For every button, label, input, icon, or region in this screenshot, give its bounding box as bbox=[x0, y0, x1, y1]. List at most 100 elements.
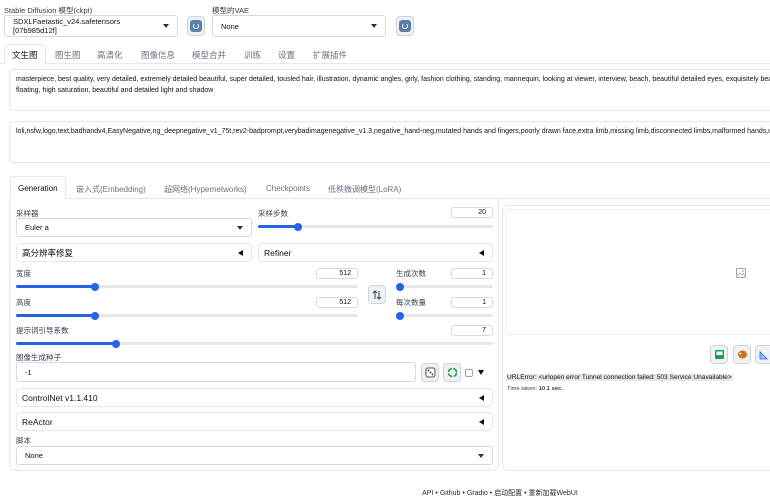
chevron-down-icon bbox=[478, 453, 484, 458]
cfg-slider-fill bbox=[16, 342, 116, 345]
script-label: 脚本 bbox=[16, 436, 31, 445]
steps-slider-knob[interactable] bbox=[294, 222, 302, 231]
tab-settings[interactable]: 设置 bbox=[278, 49, 295, 61]
height-slider-knob[interactable] bbox=[91, 311, 99, 320]
cfg-slider-knob[interactable] bbox=[112, 339, 120, 348]
seed-input[interactable]: -1 bbox=[16, 362, 416, 382]
checkpoint-value: SDXLFaetastic_v24.safetensors [07b985d12… bbox=[13, 17, 121, 35]
width-slider-knob[interactable] bbox=[91, 282, 99, 291]
reuse-seed-button[interactable] bbox=[443, 363, 461, 382]
tab-merge[interactable]: 模型合并 bbox=[192, 49, 226, 61]
batch-count-label: 生成次数 bbox=[396, 269, 426, 278]
batch-count-number-input[interactable]: 1 bbox=[451, 268, 493, 279]
cfg-slider[interactable] bbox=[16, 339, 493, 348]
width-slider[interactable] bbox=[16, 282, 358, 291]
hires-fix-label: 高分辨率修复 bbox=[22, 247, 74, 258]
batch-count-slider-knob[interactable] bbox=[396, 282, 404, 291]
steps-label: 采样步数 bbox=[258, 209, 288, 218]
steps-slider-fill bbox=[258, 225, 298, 228]
sampler-select[interactable]: Euler a bbox=[16, 218, 252, 237]
tab-txt2img[interactable]: 文生图 bbox=[12, 49, 38, 61]
height-slider[interactable] bbox=[16, 311, 358, 320]
steps-number-input[interactable]: 20 bbox=[451, 207, 493, 218]
collapse-arrow-icon bbox=[238, 249, 243, 256]
chevron-down-icon bbox=[371, 24, 377, 28]
batch-size-slider[interactable] bbox=[396, 311, 493, 320]
tab-img2img[interactable]: 图生图 bbox=[55, 49, 81, 61]
subtab-checkpoints[interactable]: Checkpoints bbox=[266, 184, 310, 193]
footer-separator: • bbox=[524, 490, 527, 497]
prompt-line-2: floating, high saturation, beautiful and… bbox=[16, 87, 214, 94]
height-slider-fill bbox=[16, 314, 95, 317]
save-image-button[interactable] bbox=[710, 345, 728, 364]
footer-link-reload-ui[interactable]: 重新加载WebUI bbox=[529, 490, 578, 497]
footer-link-startup-profile[interactable]: 启动配置 bbox=[494, 490, 522, 497]
swap-icon bbox=[372, 289, 382, 300]
footer-link-github[interactable]: Github bbox=[440, 490, 461, 497]
batch-size-number-input[interactable]: 1 bbox=[451, 297, 493, 308]
cfg-number-input[interactable]: 7 bbox=[451, 325, 493, 336]
ruler-icon bbox=[759, 351, 768, 360]
batch-count-slider[interactable] bbox=[396, 282, 493, 291]
tab-extras[interactable]: 高清化 bbox=[97, 49, 123, 61]
random-seed-button[interactable] bbox=[421, 363, 439, 382]
tab-extensions[interactable]: 扩展插件 bbox=[313, 49, 347, 61]
reactor-accordion[interactable]: ReActor bbox=[16, 412, 493, 431]
batch-size-slider-knob[interactable] bbox=[396, 311, 404, 320]
palette-icon bbox=[737, 350, 747, 359]
seed-value: -1 bbox=[25, 367, 32, 377]
subtab-embedding[interactable]: 嵌入式(Embedding) bbox=[76, 184, 146, 195]
extra-seed-checkbox[interactable] bbox=[465, 369, 473, 377]
save-image-icon bbox=[714, 350, 724, 359]
extra-seed-toggle-icon[interactable] bbox=[478, 370, 484, 375]
send-to-img2img-button[interactable] bbox=[733, 345, 751, 364]
footer: API • Github • Gradio • 启动配置 • 重新加载WebUI bbox=[0, 488, 770, 498]
prompt-line-1: masterpiece, best quality, very detailed… bbox=[16, 76, 770, 83]
swap-dimensions-button[interactable] bbox=[368, 285, 386, 304]
prompt-input[interactable]: masterpiece, best quality, very detailed… bbox=[9, 69, 770, 111]
refresh-checkpoint-button[interactable] bbox=[187, 16, 205, 36]
error-message: URLError: <urlopen error Tunnel connecti… bbox=[506, 374, 733, 381]
tab-png-info[interactable]: 图像信息 bbox=[141, 49, 175, 61]
controlnet-accordion[interactable]: ControlNet v1.1.410 bbox=[16, 388, 493, 407]
collapse-arrow-icon bbox=[479, 249, 484, 256]
refresh-vae-button[interactable] bbox=[396, 16, 414, 36]
script-value: None bbox=[25, 451, 43, 460]
chevron-down-icon bbox=[237, 225, 243, 230]
footer-separator: • bbox=[489, 490, 493, 497]
time-taken-label: Time taken: bbox=[507, 386, 538, 392]
controlnet-label: ControlNet v1.1.410 bbox=[22, 392, 98, 403]
vae-select[interactable]: None bbox=[212, 15, 386, 37]
tab-train[interactable]: 训练 bbox=[244, 49, 261, 61]
footer-link-gradio[interactable]: Gradio bbox=[467, 490, 488, 497]
subtab-lora[interactable]: 低秩微调模型(LoRA) bbox=[328, 184, 401, 195]
collapse-arrow-icon bbox=[479, 418, 484, 425]
output-image-area bbox=[506, 209, 770, 335]
refiner-accordion[interactable]: Refiner bbox=[258, 243, 493, 262]
sampler-value: Euler a bbox=[25, 223, 49, 232]
checkpoint-select[interactable]: SDXLFaetastic_v24.safetensors [07b985d12… bbox=[4, 15, 178, 37]
dice-icon bbox=[425, 367, 435, 378]
image-placeholder-icon bbox=[736, 268, 746, 278]
height-number-input[interactable]: 512 bbox=[316, 297, 358, 308]
chevron-down-icon bbox=[163, 24, 169, 28]
collapse-arrow-icon bbox=[479, 394, 484, 401]
vae-value: None bbox=[221, 21, 239, 31]
width-number-input[interactable]: 512 bbox=[316, 268, 358, 279]
time-taken-value: 10.1 sec. bbox=[538, 386, 563, 392]
subtab-hypernetworks[interactable]: 超网络(Hypernetworks) bbox=[164, 184, 247, 195]
steps-slider[interactable] bbox=[258, 222, 493, 231]
send-to-extras-button[interactable] bbox=[755, 345, 770, 364]
time-taken: Time taken: 10.1 sec. bbox=[507, 386, 563, 392]
reactor-label: ReActor bbox=[22, 416, 53, 427]
footer-link-api[interactable]: API bbox=[422, 490, 433, 497]
hires-fix-accordion[interactable]: 高分辨率修复 bbox=[16, 243, 252, 262]
batch-size-label: 每次数量 bbox=[396, 298, 426, 307]
height-label: 高度 bbox=[16, 298, 31, 307]
script-select[interactable]: None bbox=[16, 446, 493, 465]
width-slider-fill bbox=[16, 285, 95, 288]
negative-prompt-input[interactable]: loli,nsfw,logo,text,badhandv4,EasyNegati… bbox=[9, 121, 770, 163]
negative-prompt-text: loli,nsfw,logo,text,badhandv4,EasyNegati… bbox=[16, 128, 770, 135]
width-label: 宽度 bbox=[16, 269, 31, 278]
subtab-generation[interactable]: Generation bbox=[18, 184, 58, 193]
